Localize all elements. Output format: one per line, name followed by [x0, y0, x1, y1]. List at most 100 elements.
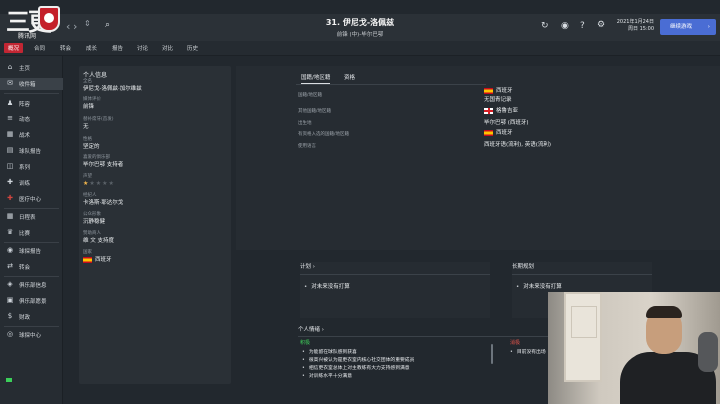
series-icon: ◫ [6, 162, 14, 170]
transfer-icon: ⇄ [7, 262, 13, 270]
sidebar-item-label: 医疗中心 [19, 197, 42, 203]
report-icon: ▤ [6, 146, 14, 154]
sidebar-item-label: 球探报告 [19, 249, 42, 255]
sidebar-item-inbox[interactable]: ✉ 收件箱 [0, 78, 63, 90]
continue-arrow-icon: › [707, 24, 710, 30]
sidebar-item-label: 俱乐部信息 [19, 283, 47, 289]
field-value: 卡洛斯·耶达尔戈 [83, 200, 124, 206]
sidebar-item-club-vision[interactable]: ▣ 俱乐部愿景 [0, 295, 63, 307]
top-bar: ‹ › ⇕ ⌕ 31. 伊尼戈-洛佩兹 前锋 (中)-毕尔巴鄂 ↻ ◉ ? ⚙ … [0, 14, 720, 41]
game-date: 2021年1月24日 周日 15:00 [612, 19, 654, 33]
club-icon[interactable]: ◉ [561, 21, 569, 31]
plan-title: 长期规划 [512, 264, 535, 270]
menu-overview[interactable]: 概况 [4, 43, 24, 53]
positive-item: 很高兴被认为是更衣室内核心社交团体的重要成员 [302, 356, 415, 363]
field-reputation: 声望 ★★★★★ [83, 174, 115, 187]
nationality-panel: 国籍/地区籍 资格 国籍/地区籍 西班牙 无国青记录 其他国籍/地区籍 格鲁吉亚… [236, 66, 720, 250]
field-value: 沉静稳健 [83, 219, 106, 225]
sidebar-item-schedule[interactable]: ▦ 日程表 [0, 211, 63, 223]
field-public-image: 公众形象 沉静稳健 [83, 212, 105, 226]
plan-divider [512, 274, 652, 275]
sidebar-item-tactics[interactable]: ▦ 战术 [0, 129, 63, 141]
menu-compare[interactable]: 对比 [162, 44, 173, 52]
sidebar-item-transfers[interactable]: ⇄ 转会 [0, 261, 63, 273]
sidebar-item-label: 主页 [19, 66, 31, 72]
headphones-icon [698, 332, 718, 372]
plan-item: 对未来没有打算 [516, 282, 562, 290]
info-value-nationality: 西班牙 [484, 86, 513, 94]
tactics-icon: ▦ [6, 130, 14, 138]
trophy-icon: ♛ [6, 228, 14, 236]
field-squad-status: 替补席牙(首发) 无 [83, 117, 114, 131]
tab-nationality[interactable]: 国籍/地区籍 [301, 73, 331, 84]
sidebar-item-home[interactable]: ⌂ 主页 [0, 62, 63, 74]
short-term-plan: 计划 › 对未来没有打算 [300, 262, 490, 318]
negative-label: 消极 [510, 340, 521, 346]
menu-contract[interactable]: 合同 [34, 44, 45, 52]
info-value-eligible: 西班牙 [484, 128, 513, 136]
help-icon[interactable]: ? [580, 21, 585, 31]
finance-icon: $ [7, 312, 13, 320]
plan-item: 对未来没有打算 [304, 282, 350, 290]
field-value: 毕尔巴鄂 支持者 [83, 162, 124, 168]
settings-gear-icon[interactable]: ⚙ [597, 20, 605, 30]
menu-history[interactable]: 历史 [187, 44, 198, 52]
menu-discuss[interactable]: 讨论 [137, 44, 148, 52]
inbox-icon: ✉ [7, 79, 13, 87]
training-icon: ✚ [7, 178, 13, 186]
sidebar-item-club-info[interactable]: ◈ 俱乐部信息 [0, 279, 63, 291]
field-value: 坚定的 [83, 144, 100, 150]
reputation-stars: ★★★★★ [83, 180, 115, 187]
scouting-icon: ◉ [6, 246, 14, 254]
menu-transfer[interactable]: 转会 [60, 44, 71, 52]
info-label-nationality: 国籍/地区籍 [298, 93, 323, 98]
streamer-hair [646, 306, 682, 318]
club-info-icon: ◈ [7, 280, 13, 288]
sidebar-item-scouting[interactable]: ◉ 球探报告 [0, 245, 63, 257]
sidebar-item-news[interactable]: ≡ 动态 [0, 113, 63, 125]
scout-centre-icon: ◎ [6, 330, 14, 338]
sidebar-item-label: 俱乐部愿景 [19, 299, 47, 305]
sidebar-item-label: 球队报告 [19, 149, 42, 155]
sidebar-item-finances[interactable]: $ 财政 [0, 311, 63, 323]
sidebar-item-scout-centre[interactable]: ◎ 球探中心 [0, 329, 63, 341]
sidebar-divider [4, 242, 59, 243]
day-time-text: 周日 15:00 [628, 26, 654, 32]
field-value: 前锋 [83, 104, 95, 110]
streamer-figure [620, 306, 716, 404]
watermark-sub: 腾讯网 [18, 33, 37, 40]
sidebar-divider [4, 276, 59, 277]
menu-development[interactable]: 成长 [86, 44, 97, 52]
club-crest-icon [38, 6, 60, 32]
personal-info-panel: 个人信息 全名 伊尼戈-洛佩兹·加尔维兹 媒体评价 前锋 替补席牙(首发) 无 性格坚… [79, 66, 231, 384]
date-text: 2021年1月24日 [616, 19, 654, 25]
sidebar-item-medical[interactable]: ✚ 医疗中心 [0, 193, 63, 205]
refresh-icon[interactable]: ↻ [541, 21, 549, 31]
sidebar-item-squad[interactable]: ♟ 阵容 [0, 98, 63, 110]
negative-item: 目前没有出场 [510, 348, 546, 355]
plan-title[interactable]: 计划 › [300, 262, 315, 270]
sidebar-item-series[interactable]: ◫ 系列 [0, 161, 63, 173]
positive-label: 积极 [300, 340, 311, 346]
continue-button[interactable]: 继续游戏 › [660, 19, 716, 35]
nation-value-row: 西班牙 [83, 256, 112, 264]
info-label-birthplace: 出生地 [298, 121, 312, 126]
sidebar-item-label: 财政 [19, 315, 31, 321]
menu-reports[interactable]: 报告 [112, 44, 123, 52]
positive-item: 对训练水平十分满意 [302, 372, 352, 379]
medical-icon: ✚ [7, 194, 13, 202]
sidebar-item-competitions[interactable]: ♛ 比赛 [0, 227, 63, 239]
info-label-languages: 使用语言 [298, 144, 316, 149]
sidebar-item-team-report[interactable]: ▤ 球队报告 [0, 145, 63, 157]
scrollbar[interactable] [491, 344, 493, 364]
field-nation: 国家 西班牙 [83, 250, 112, 264]
sidebar-item-training[interactable]: ✚ 训练 [0, 177, 63, 189]
news-icon: ≡ [7, 114, 13, 122]
home-icon: ⌂ [7, 63, 13, 71]
info-label-eligible: 有资格入选的国籍/地区籍 [298, 132, 350, 137]
georgia-flag-icon [484, 107, 493, 114]
personality-title[interactable]: 个人情绪 › [298, 325, 324, 333]
spain-flag-icon [484, 87, 493, 94]
tab-eligibility[interactable]: 资格 [344, 73, 355, 81]
spain-flag-icon [83, 256, 92, 263]
